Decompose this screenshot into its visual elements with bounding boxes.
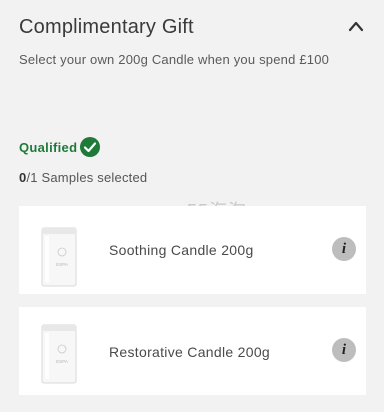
- candle-logo: ESPA: [56, 359, 68, 364]
- info-icon: i: [341, 241, 347, 257]
- gift-option-card[interactable]: ESPA Restorative Candle 200g i: [19, 307, 366, 395]
- gift-header: Complimentary Gift: [19, 16, 365, 39]
- qualified-status: Qualified: [19, 137, 101, 157]
- gift-option-card[interactable]: ESPA Soothing Candle 200g i: [19, 206, 366, 294]
- samples-label: Samples selected: [41, 170, 148, 185]
- gift-option-label: Soothing Candle 200g: [109, 242, 254, 258]
- chevron-up-icon: [348, 21, 364, 32]
- candle-image: ESPA: [41, 324, 77, 384]
- gift-description: Select your own 200g Candle when you spe…: [19, 52, 330, 67]
- info-button[interactable]: i: [332, 338, 356, 362]
- gift-option-label: Restorative Candle 200g: [109, 344, 270, 360]
- samples-total: /1: [26, 170, 38, 185]
- info-button[interactable]: i: [332, 237, 356, 261]
- candle-image: ESPA: [41, 227, 77, 287]
- qualified-label: Qualified: [19, 139, 78, 155]
- info-icon: i: [341, 342, 347, 358]
- check-circle-icon: [80, 137, 101, 157]
- samples-counter: 0/1 Samples selected: [19, 170, 147, 185]
- section-title: Complimentary Gift: [19, 16, 194, 38]
- candle-logo: ESPA: [56, 262, 68, 267]
- collapse-button[interactable]: [347, 18, 365, 34]
